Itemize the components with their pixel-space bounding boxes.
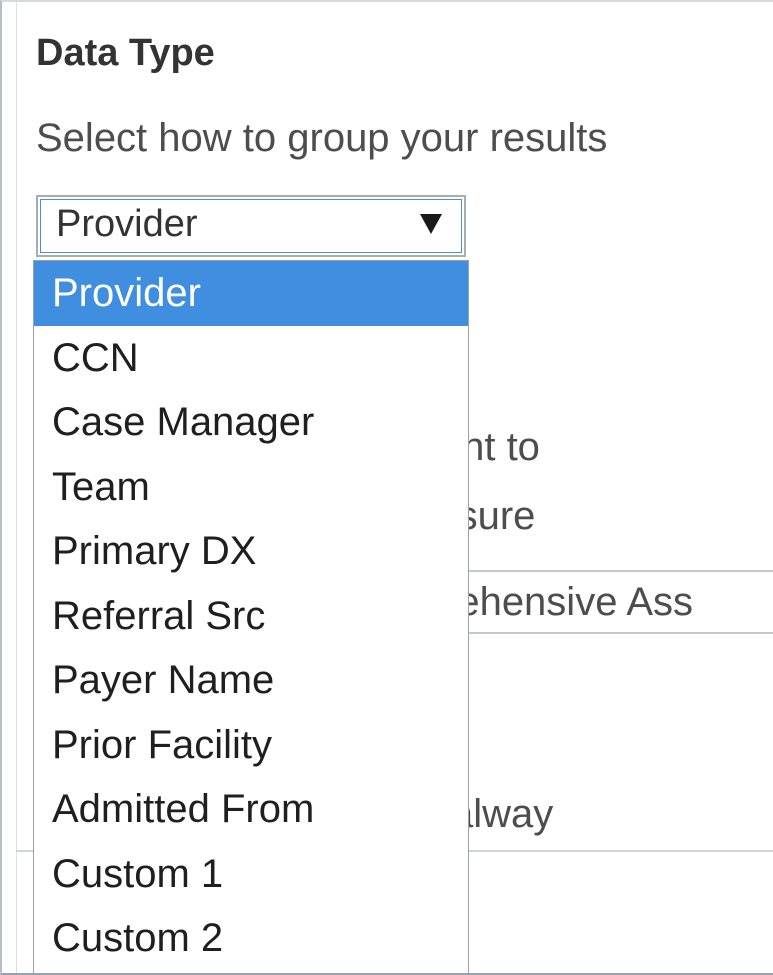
dropdown-option-admitted-from[interactable]: Admitted From bbox=[34, 777, 468, 842]
dropdown-option-primary-dx[interactable]: Primary DX bbox=[34, 519, 468, 584]
dropdown-option-ccn[interactable]: CCN bbox=[34, 326, 468, 391]
dropdown-option-custom-1[interactable]: Custom 1 bbox=[34, 842, 468, 907]
dropdown-option-referral-src[interactable]: Referral Src bbox=[34, 584, 468, 649]
group-by-select[interactable]: Provider bbox=[36, 195, 466, 257]
dropdown-option-provider[interactable]: Provider bbox=[34, 261, 468, 326]
dropdown-arrow-icon[interactable] bbox=[420, 214, 442, 234]
panel-gutter bbox=[16, 2, 17, 973]
dropdown-option-team[interactable]: Team bbox=[34, 455, 468, 520]
group-by-dropdown-list[interactable]: Provider CCN Case Manager Team Primary D… bbox=[33, 260, 469, 973]
section-title: Data Type bbox=[36, 32, 215, 74]
group-help-text: Select how to group your results bbox=[36, 116, 608, 160]
group-by-select-value: Provider bbox=[56, 203, 198, 245]
dropdown-option-payer-name[interactable]: Payer Name bbox=[34, 648, 468, 713]
dropdown-option-custom-2[interactable]: Custom 2 bbox=[34, 906, 468, 971]
measure-select-value: rehensive Ass bbox=[444, 580, 694, 624]
dropdown-option-prior-facility[interactable]: Prior Facility bbox=[34, 713, 468, 778]
report-panel: Data Type Select how to group your resul… bbox=[0, 0, 773, 975]
dropdown-option-case-manager[interactable]: Case Manager bbox=[34, 390, 468, 455]
